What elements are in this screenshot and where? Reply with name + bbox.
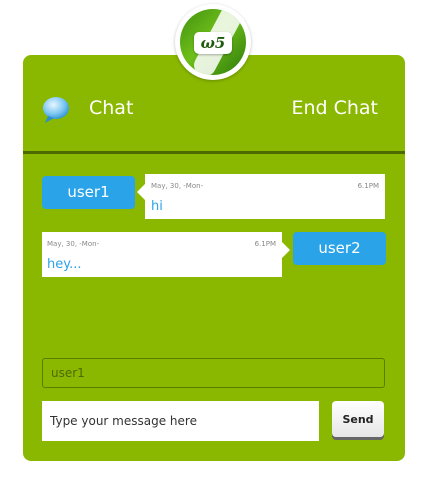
brand-logo: ω5 — [175, 4, 251, 80]
user-tag-user1: user1 — [42, 176, 135, 209]
logo-emblem: ω5 — [180, 9, 246, 75]
bubble-pointer — [137, 184, 145, 200]
header-divider — [23, 151, 405, 154]
end-chat-button[interactable]: End Chat — [291, 97, 378, 119]
logo-text: ω5 — [194, 32, 232, 54]
username-input[interactable] — [42, 358, 385, 388]
chat-panel: Chat End Chat user1 May, 30, -Mon- 6.1PM… — [23, 55, 405, 461]
message-bubble-2: May, 30, -Mon- 6.1PM hey... — [42, 232, 290, 277]
message-date: May, 30, -Mon- — [47, 240, 100, 248]
message-time: 6.1PM — [357, 182, 379, 190]
message-text: hi — [151, 199, 163, 214]
message-bubble-1: May, 30, -Mon- 6.1PM hi — [137, 174, 385, 219]
message-input[interactable] — [42, 401, 319, 441]
chat-bubble-icon — [43, 97, 69, 123]
message-text: hey... — [47, 257, 82, 272]
message-date: May, 30, -Mon- — [151, 182, 204, 190]
message-time: 6.1PM — [254, 240, 276, 248]
bubble-pointer — [282, 242, 290, 258]
user-tag-user2: user2 — [293, 232, 386, 265]
chat-title: Chat — [89, 97, 134, 119]
send-button[interactable]: Send — [332, 401, 384, 437]
